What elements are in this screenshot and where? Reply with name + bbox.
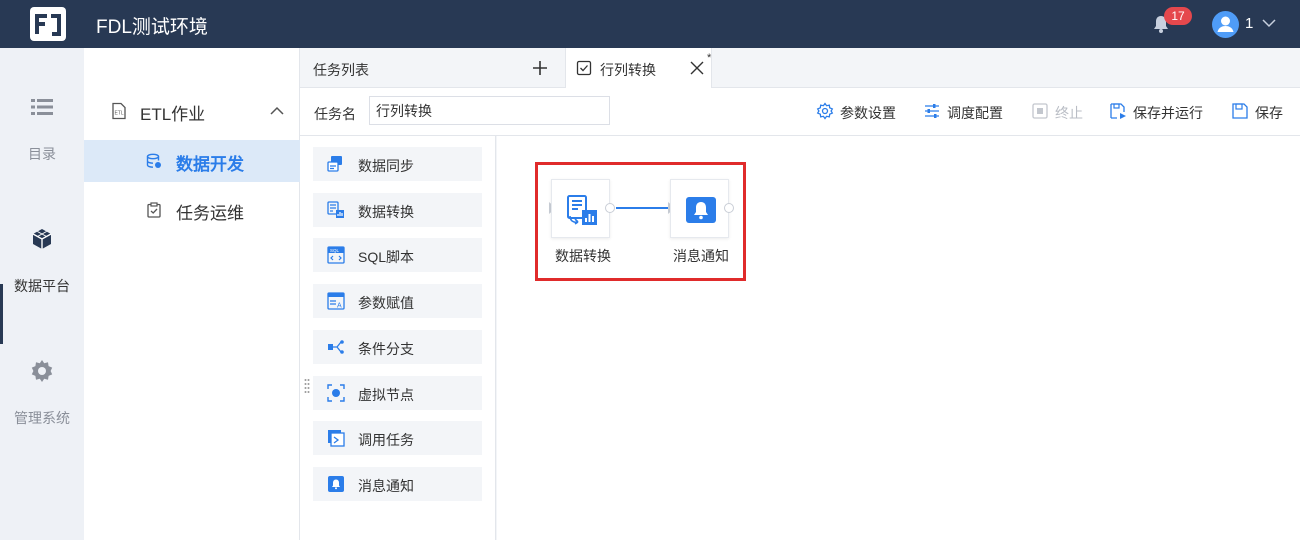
virtual-node-icon xyxy=(327,384,345,402)
nav-item-label: 任务运维 xyxy=(176,204,244,223)
nav-item-label: 数据开发 xyxy=(176,155,244,174)
nav-group-etl[interactable]: ETL ETL作业 xyxy=(84,88,300,132)
task-toolbar: 任务名 参数设置 调度配置 终止 保存并运行 xyxy=(300,88,1300,136)
canvas-node-message-notify[interactable] xyxy=(670,179,729,238)
svg-text:SQL: SQL xyxy=(330,248,340,253)
fdl-logo-icon xyxy=(30,7,66,41)
schedule-config-button[interactable]: 调度配置 xyxy=(923,100,1007,122)
tabs-bar: 任务列表 行列转换 * xyxy=(300,48,1300,88)
rail-item-catalog[interactable]: 目录 xyxy=(0,94,84,174)
tab-task-list[interactable]: 任务列表 xyxy=(300,48,564,88)
palette-item-label: 调用任务 xyxy=(358,432,414,448)
call-task-icon xyxy=(328,430,345,447)
button-label: 调度配置 xyxy=(947,105,1003,121)
rail-item-data-platform[interactable]: 数据平台 xyxy=(0,226,84,306)
user-icon xyxy=(1217,16,1234,32)
save-run-icon xyxy=(1110,103,1126,119)
etl-file-icon: ETL xyxy=(112,102,126,120)
palette-item-label: 参数赋值 xyxy=(358,295,414,311)
left-rail: 目录 数据平台 管理系统 xyxy=(0,48,84,540)
drag-handle-icon[interactable] xyxy=(304,378,310,394)
tab-active-task[interactable]: 行列转换 * xyxy=(565,48,712,88)
palette-item-call-task[interactable]: 调用任务 xyxy=(313,421,482,455)
node-label: 数据转换 xyxy=(555,248,611,264)
cube-icon xyxy=(32,229,52,249)
connection-edge[interactable] xyxy=(616,206,670,210)
palette-item-label: 数据转换 xyxy=(358,204,414,220)
top-header: FDL测试环境 17 1 xyxy=(0,0,1300,48)
tab-label: 行列转换 xyxy=(600,62,656,78)
palette-item-virtual-node[interactable]: 虚拟节点 xyxy=(313,376,482,410)
clipboard-check-icon xyxy=(147,202,161,218)
output-port[interactable] xyxy=(605,203,615,213)
palette-item-label: 消息通知 xyxy=(358,478,414,494)
palette-item-label: 虚拟节点 xyxy=(358,387,414,403)
task-name-label: 任务名 xyxy=(314,106,356,122)
button-label: 保存 xyxy=(1255,105,1283,121)
nav-group-label: ETL作业 xyxy=(140,105,206,124)
rail-item-label: 目录 xyxy=(28,146,56,162)
stop-button[interactable]: 终止 xyxy=(1031,100,1087,122)
plus-icon[interactable] xyxy=(532,60,548,76)
stop-icon xyxy=(1032,103,1048,119)
chevron-down-icon[interactable] xyxy=(1262,16,1276,30)
data-transform-icon xyxy=(567,195,597,225)
svg-text:ETL: ETL xyxy=(115,111,124,117)
palette-item-message-notify[interactable]: 消息通知 xyxy=(313,467,482,501)
palette-item-label: SQL脚本 xyxy=(358,249,415,265)
sql-script-icon: SQL xyxy=(327,246,345,264)
sub-navigation: ETL ETL作业 数据开发 任务运维 xyxy=(84,48,300,540)
unsaved-marker: * xyxy=(707,52,712,64)
rail-item-label: 管理系统 xyxy=(14,410,70,426)
palette-item-label: 条件分支 xyxy=(358,341,414,357)
palette-item-data-sync[interactable]: 数据同步 xyxy=(313,147,482,181)
list-icon xyxy=(31,99,53,115)
sliders-icon xyxy=(925,104,939,118)
database-icon xyxy=(146,153,161,168)
param-settings-button[interactable]: 参数设置 xyxy=(816,100,900,122)
gear-icon xyxy=(31,360,53,382)
tab-label: 任务列表 xyxy=(313,62,369,78)
canvas-node-data-transform[interactable] xyxy=(551,179,610,238)
rail-item-admin[interactable]: 管理系统 xyxy=(0,358,84,438)
palette-item-param-assign[interactable]: A 参数赋值 xyxy=(313,284,482,318)
rail-active-indicator xyxy=(0,284,3,344)
rail-item-label: 数据平台 xyxy=(14,278,70,294)
button-label: 参数设置 xyxy=(840,105,896,121)
data-transform-icon xyxy=(327,201,344,218)
message-notify-icon xyxy=(328,476,344,492)
param-assign-icon: A xyxy=(327,292,345,310)
close-icon[interactable] xyxy=(690,61,704,75)
bell-icon xyxy=(686,197,716,223)
app-title: FDL测试环境 xyxy=(96,17,208,38)
notification-badge: 17 xyxy=(1164,7,1192,25)
condition-branch-icon xyxy=(328,340,344,354)
save-icon xyxy=(1232,103,1248,119)
palette-item-sql-script[interactable]: SQL SQL脚本 xyxy=(313,238,482,272)
palette-item-data-transform[interactable]: 数据转换 xyxy=(313,193,482,227)
chevron-up-icon[interactable] xyxy=(270,104,284,118)
task-name-input[interactable] xyxy=(369,96,610,125)
save-button[interactable]: 保存 xyxy=(1231,100,1287,122)
nav-item-data-development[interactable]: 数据开发 xyxy=(84,140,300,182)
button-label: 终止 xyxy=(1055,105,1083,121)
node-label: 消息通知 xyxy=(673,248,729,264)
save-and-run-button[interactable]: 保存并运行 xyxy=(1109,100,1207,122)
node-palette: 数据同步 数据转换 SQL SQL脚本 A 参数赋值 条件分支 虚拟节点 调用任… xyxy=(300,136,496,540)
user-avatar[interactable] xyxy=(1212,11,1239,38)
data-sync-icon xyxy=(327,156,342,172)
task-check-icon xyxy=(576,60,592,76)
gear-icon xyxy=(816,102,834,120)
button-label: 保存并运行 xyxy=(1133,105,1203,121)
user-name[interactable]: 1 xyxy=(1245,15,1253,32)
nav-item-task-operations[interactable]: 任务运维 xyxy=(84,189,300,231)
output-port[interactable] xyxy=(724,203,734,213)
palette-item-condition-branch[interactable]: 条件分支 xyxy=(313,330,482,364)
palette-item-label: 数据同步 xyxy=(358,158,414,174)
svg-text:A: A xyxy=(337,303,342,310)
